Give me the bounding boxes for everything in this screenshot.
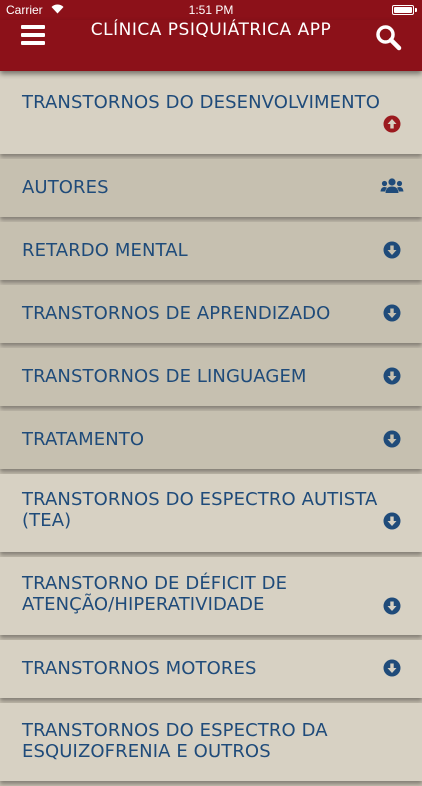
arrow-down-circle-icon[interactable] [383, 659, 401, 677]
list-item-label: RETARDO MENTAL [22, 240, 188, 261]
list-item-label: TRANSTORNOS DE LINGUAGEM [22, 366, 307, 387]
list-item-transtornos-de-aprendizado[interactable]: TRANSTORNOS DE APRENDIZADO [0, 285, 422, 343]
status-bar: Carrier 1:51 PM [0, 0, 422, 20]
users-icon[interactable] [380, 177, 404, 195]
arrow-down-circle-icon[interactable] [383, 430, 401, 448]
arrow-down-circle-icon[interactable] [383, 241, 401, 259]
list-item-tratamento[interactable]: TRATAMENTO [0, 411, 422, 469]
battery-icon [392, 5, 417, 15]
list-item-transtornos-de-linguagem[interactable]: TRANSTORNOS DE LINGUAGEM [0, 348, 422, 406]
list-item-transtornos-do-espectro-da-esquizofrenia[interactable]: TRANSTORNOS DO ESPECTRO DA ESQUIZOFRENIA… [0, 703, 422, 781]
list-item-retardo-mental[interactable]: RETARDO MENTAL [0, 222, 422, 280]
list-item-label: TRATAMENTO [22, 429, 145, 450]
list-item-label: TRANSTORNOS DE APRENDIZADO [22, 303, 331, 324]
list-item-label: TRANSTORNO DE DÉFICIT DE ATENÇÃO/HIPERAT… [22, 573, 288, 615]
list-item-transtornos-do-espectro-autista[interactable]: TRANSTORNOS DO ESPECTRO AUTISTA (TEA) [0, 474, 422, 552]
nav-bar: CLÍNICA PSIQUIÁTRICA APP [0, 20, 422, 71]
list-item-label: AUTORES [22, 177, 109, 198]
arrow-down-circle-icon[interactable] [383, 512, 401, 530]
topic-list: TRANSTORNOS DO DESENVOLVIMENTO AUTORES R… [0, 71, 422, 786]
list-item-transtornos-motores[interactable]: TRANSTORNOS MOTORES [0, 640, 422, 698]
status-time: 1:51 PM [188, 3, 234, 17]
app-title: CLÍNICA PSIQUIÁTRICA APP [90, 20, 332, 40]
list-item-transtornos-do-desenvolvimento[interactable]: TRANSTORNOS DO DESENVOLVIMENTO [0, 71, 422, 154]
list-item-label: TRANSTORNOS MOTORES [22, 658, 257, 679]
list-item-autores[interactable]: AUTORES [0, 159, 422, 217]
list-item-tdah[interactable]: TRANSTORNO DE DÉFICIT DE ATENÇÃO/HIPERAT… [0, 557, 422, 635]
list-item-label: TRANSTORNOS DO ESPECTRO DA ESQUIZOFRENIA… [22, 720, 328, 762]
list-item-label: TRANSTORNOS DO ESPECTRO AUTISTA (TEA) [22, 489, 378, 531]
arrow-down-circle-icon[interactable] [383, 304, 401, 322]
list-item-label: TRANSTORNOS DO DESENVOLVIMENTO [22, 92, 381, 113]
arrow-down-circle-icon[interactable] [383, 597, 401, 615]
search-icon[interactable] [374, 23, 402, 51]
arrow-up-circle-icon[interactable] [383, 115, 401, 133]
arrow-down-circle-icon[interactable] [383, 367, 401, 385]
